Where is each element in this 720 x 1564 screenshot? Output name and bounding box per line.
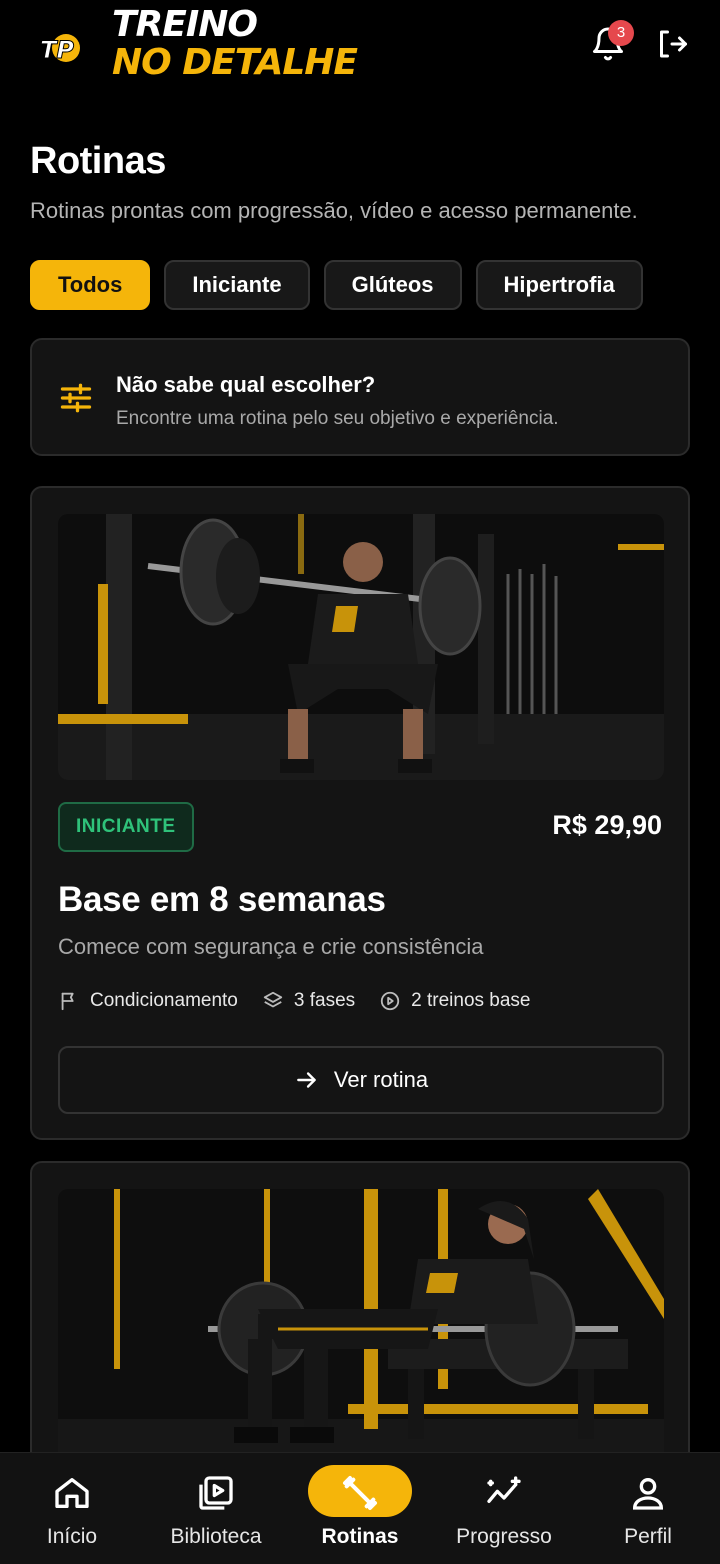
meta-workouts-label: 2 treinos base [411, 990, 531, 1011]
sliders-icon [60, 383, 92, 413]
app-header: TP TREINO NO DETALHE 3 [0, 0, 720, 110]
nav-label-inicio: Início [46, 1525, 98, 1548]
progress-chart-icon [487, 1476, 521, 1503]
routine-photo-hip-thrust [58, 1189, 664, 1479]
nav-label-perfil: Perfil [624, 1525, 672, 1548]
nav-item-perfil[interactable]: Perfil [576, 1453, 720, 1564]
routine-meta: Condicionamento 3 fases 2 treinos base [58, 990, 531, 1012]
meta-workouts: 2 treinos base [379, 990, 531, 1012]
level-badge: INICIANTE [58, 802, 194, 852]
nav-item-rotinas[interactable]: Rotinas [288, 1453, 432, 1564]
brand-wordmark: TREINO NO DETALHE [112, 4, 358, 83]
routine-finder-title: Não sabe qual escolher? [116, 372, 376, 397]
filter-chips: Todos Iniciante Glúteos Hipertrofia [30, 260, 643, 310]
arrow-right-icon [297, 1072, 316, 1088]
meta-goal: Condicionamento [58, 990, 238, 1012]
nav-item-progresso[interactable]: Progresso [432, 1453, 576, 1564]
page-title: Rotinas [30, 140, 166, 182]
layers-icon [263, 991, 283, 1008]
brand-line-1: TREINO [112, 4, 258, 45]
user-icon [632, 1478, 664, 1510]
meta-phases-label: 3 fases [293, 990, 356, 1011]
logout-button[interactable] [654, 26, 694, 66]
routine-card[interactable]: INICIANTE R$ 29,90 Base em 8 semanas Com… [30, 486, 690, 1140]
nav-label-biblioteca: Biblioteca [170, 1525, 262, 1548]
filter-chip-hipertrofia[interactable]: Hipertrofia [475, 260, 643, 310]
routine-price: R$ 29,90 [552, 810, 662, 840]
nav-item-biblioteca[interactable]: Biblioteca [144, 1453, 288, 1564]
nav-item-inicio[interactable]: Início [0, 1453, 144, 1564]
routine-subtitle: Comece com segurança e crie consistência [58, 934, 484, 959]
filter-chip-todos[interactable]: Todos [30, 260, 151, 310]
bottom-navigation: Início Biblioteca Rotinas Progresso Perf… [0, 1452, 720, 1564]
nav-label-rotinas: Rotinas [321, 1525, 399, 1548]
dumbbell-icon [343, 1476, 377, 1510]
routine-title: Base em 8 semanas [58, 880, 386, 919]
routine-card[interactable] [30, 1161, 690, 1481]
play-circle-icon [380, 991, 400, 1011]
nav-label-progresso: Progresso [456, 1525, 552, 1548]
filter-chip-gluteos[interactable]: Glúteos [323, 260, 462, 310]
routine-photo-squat [58, 514, 664, 780]
meta-phases: 3 fases [262, 990, 355, 1012]
page-subtitle: Rotinas prontas com progressão, vídeo e … [30, 198, 638, 223]
routine-finder-subtitle: Encontre uma rotina pelo seu objetivo e … [116, 408, 559, 429]
svg-text:TP: TP [40, 36, 74, 64]
meta-goal-label: Condicionamento [90, 990, 238, 1011]
filter-chip-iniciante[interactable]: Iniciante [164, 260, 310, 310]
routine-finder-card[interactable]: Não sabe qual escolher? Encontre uma rot… [30, 338, 690, 456]
view-routine-label: Ver rotina [333, 1067, 429, 1092]
video-library-icon [199, 1476, 233, 1510]
brand-logo[interactable]: TP [36, 24, 84, 72]
flag-icon [61, 992, 74, 1011]
brand-line-2: NO DETALHE [112, 42, 358, 83]
logout-icon [660, 30, 687, 58]
view-routine-button[interactable]: Ver rotina [58, 1046, 664, 1114]
notification-count-badge: 3 [608, 20, 634, 46]
home-icon [55, 1478, 89, 1508]
